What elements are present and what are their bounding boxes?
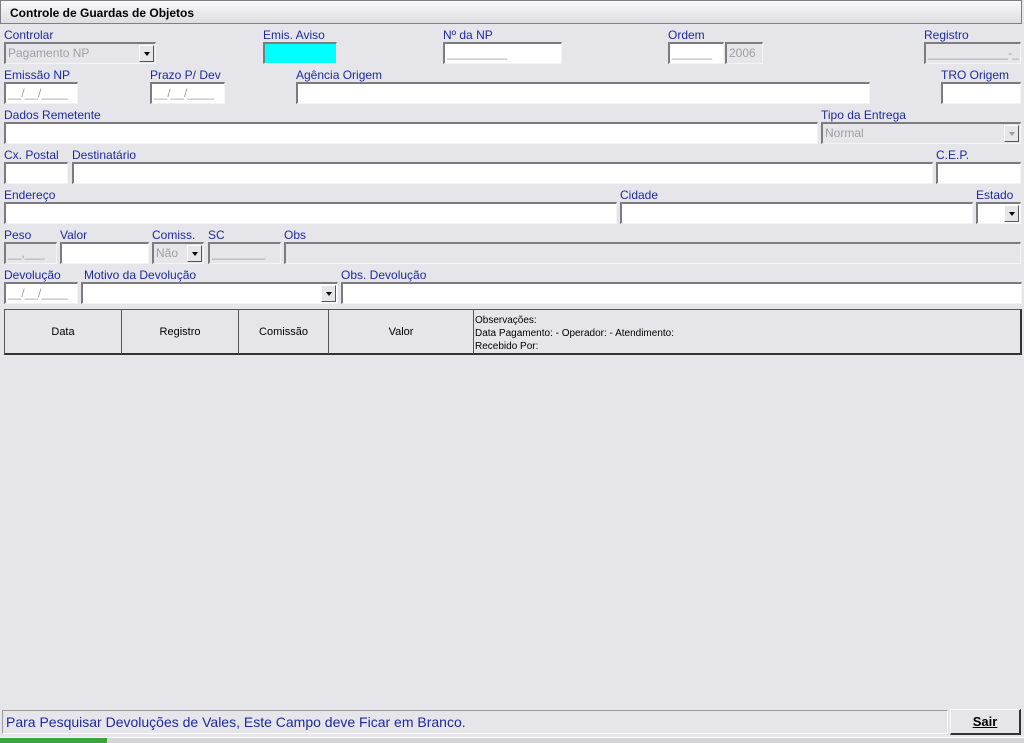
motivo-devolucao-select[interactable] (81, 282, 338, 304)
grid-obs-line: Recebido Por: (475, 341, 539, 352)
grid-header-registro[interactable]: Registro (122, 310, 239, 354)
tipo-entrega-value: Normal (825, 126, 864, 140)
cep-label: C.E.P. (936, 148, 970, 162)
registro-field: ____________-_ (924, 42, 1021, 64)
history-grid[interactable]: Data Registro Comissão Valor Observações… (4, 309, 1022, 355)
ordem-ano-field: 2006 (725, 42, 763, 64)
tipo-entrega-label: Tipo da Entrega (821, 108, 906, 122)
cidade-label: Cidade (620, 188, 659, 202)
cx-postal-field[interactable] (4, 162, 68, 184)
grid-obs-line: Data Pagamento: - Operador: - Atendiment… (475, 328, 674, 339)
valor-field[interactable] (60, 242, 149, 264)
start-button[interactable] (0, 738, 107, 743)
devolucao-field[interactable]: __/__/____ (4, 282, 78, 304)
dados-remetente-field[interactable] (4, 122, 818, 144)
motivo-devolucao-label: Motivo da Devolução (84, 268, 197, 282)
tro-origem-field[interactable] (941, 82, 1021, 104)
controlar-value: Pagamento NP (8, 46, 90, 60)
cx-postal-label: Cx. Postal (4, 148, 59, 162)
window-title-bar: Controle de Guardas de Objetos (0, 0, 1022, 24)
grid-obs-line: Observações: (475, 315, 537, 326)
destinatario-label: Destinatário (72, 148, 137, 162)
num-np-label: Nº da NP (443, 28, 493, 42)
prazo-dev-label: Prazo P/ Dev (150, 68, 221, 82)
grid-observations: Observações: Data Pagamento: - Operador:… (475, 314, 674, 353)
peso-label: Peso (4, 228, 32, 242)
estado-select[interactable] (976, 202, 1021, 224)
estado-label: Estado (976, 188, 1014, 202)
controlar-label: Controlar (4, 28, 54, 42)
valor-label: Valor (60, 228, 88, 242)
agencia-origem-label: Agência Origem (296, 68, 383, 82)
comiss-label: Comiss. (152, 228, 196, 242)
sair-button-label: Sair (972, 714, 998, 729)
emis-aviso-field[interactable] (263, 42, 337, 64)
chevron-down-icon[interactable] (1004, 205, 1019, 222)
window-title: Controle de Guardas de Objetos (10, 6, 195, 20)
obs-devolucao-field[interactable] (341, 282, 1022, 304)
emis-aviso-label: Emis. Aviso (263, 28, 325, 42)
ordem-label: Ordem (668, 28, 705, 42)
controlar-select[interactable]: Pagamento NP (4, 42, 156, 64)
tipo-entrega-select: Normal (821, 122, 1021, 144)
grid-header-valor[interactable]: Valor (329, 310, 474, 354)
comiss-value: Não (156, 246, 179, 260)
peso-field: __,___ (4, 242, 57, 264)
cidade-field[interactable] (620, 202, 973, 224)
sc-field: ________ (208, 242, 281, 264)
devolucao-label: Devolução (4, 268, 61, 282)
tro-origem-label: TRO Origem (941, 68, 1010, 82)
endereco-field[interactable] (4, 202, 617, 224)
emissao-np-field[interactable]: __/__/____ (4, 82, 78, 104)
ordem-field[interactable]: ______ (668, 42, 724, 64)
obs-devolucao-label: Obs. Devolução (341, 268, 427, 282)
sc-label: SC (208, 228, 225, 242)
cep-field[interactable] (936, 162, 1021, 184)
chevron-down-icon (187, 245, 202, 262)
dados-remetente-label: Dados Remetente (4, 108, 101, 122)
grid-header-comissao[interactable]: Comissão (239, 310, 329, 354)
grid-header-data[interactable]: Data (5, 310, 122, 354)
status-message: Para Pesquisar Devoluções de Vales, Este… (2, 710, 948, 734)
num-np-field[interactable]: _________ (443, 42, 562, 64)
sair-button[interactable]: Sair (950, 709, 1021, 735)
comiss-select: Não (152, 242, 204, 264)
chevron-down-icon[interactable] (321, 285, 336, 302)
destinatario-field[interactable] (72, 162, 933, 184)
emissao-np-label: Emissão NP (4, 68, 71, 82)
taskbar (0, 737, 1024, 743)
registro-label: Registro (924, 28, 969, 42)
chevron-down-icon (1004, 125, 1019, 142)
prazo-dev-field[interactable]: __/__/____ (150, 82, 225, 104)
endereco-label: Endereço (4, 188, 56, 202)
agencia-origem-field[interactable] (296, 82, 870, 104)
chevron-down-icon[interactable] (139, 45, 154, 62)
obs-label: Obs (284, 228, 307, 242)
obs-field (284, 242, 1021, 264)
